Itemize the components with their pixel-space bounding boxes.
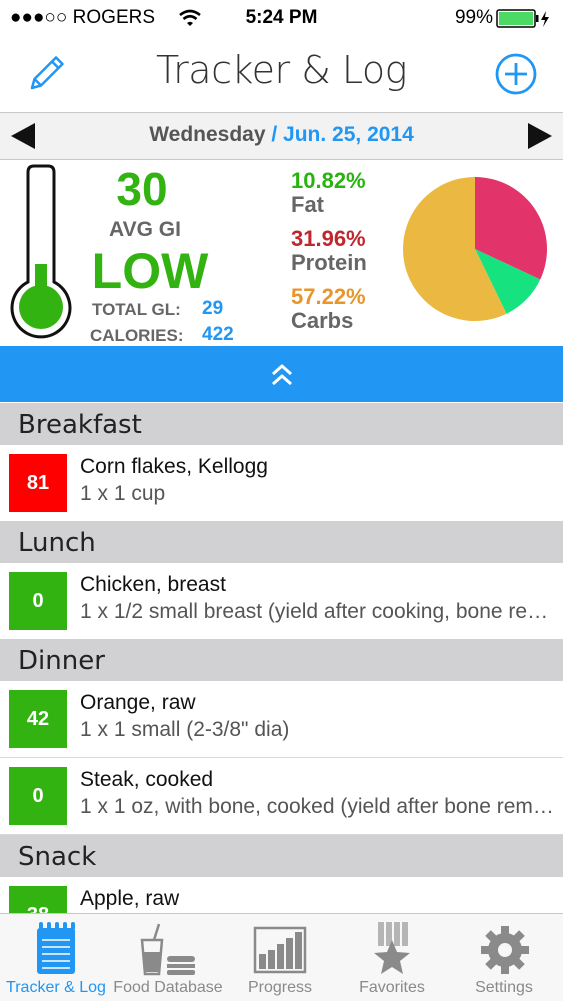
thermometer-icon (10, 164, 72, 339)
tab-settings[interactable]: Settings (448, 914, 560, 1001)
date-navigation-bar: Wednesday / Jun. 25, 2014 (0, 113, 563, 160)
food-row[interactable]: 42 Orange, raw 1 x 1 small (2-3/8" dia) (0, 681, 563, 758)
section-title: Lunch (18, 528, 96, 558)
battery-icon (496, 9, 549, 28)
food-name: Orange, raw (80, 691, 196, 714)
total-gl-value: 29 (202, 298, 224, 319)
section-title: Snack (18, 842, 97, 872)
tab-favorites[interactable]: Favorites (336, 914, 448, 1001)
macro-pie-chart (403, 177, 547, 321)
tab-progress[interactable]: Progress (224, 914, 336, 1001)
total-gl-label: TOTAL GL: (92, 300, 181, 319)
food-serving: 1 x 1 small (2-3/8" dia) (80, 718, 290, 741)
weekday-label: Wednesday (149, 123, 266, 146)
food-row[interactable]: 81 Corn flakes, Kellogg 1 x 1 cup (0, 445, 563, 522)
section-title: Dinner (18, 646, 105, 676)
notepad-icon (37, 922, 75, 974)
tab-label: Food Database (113, 979, 223, 996)
food-serving: 1 x 1 oz, with bone, cooked (yield after… (80, 795, 555, 818)
tab-label: Favorites (359, 979, 425, 996)
double-chevron-up-icon (272, 364, 292, 386)
gi-badge: 0 (9, 572, 67, 630)
gear-icon (481, 926, 529, 974)
gi-badge: 81 (9, 454, 67, 512)
gi-level: LOW (91, 243, 209, 299)
tab-label: Settings (475, 979, 533, 996)
tab-label: Progress (247, 979, 313, 996)
protein-percent: 31.96% (291, 226, 366, 251)
food-name: Chicken, breast (80, 573, 226, 596)
food-row[interactable]: 0 Steak, cooked 1 x 1 oz, with bone, coo… (0, 758, 563, 835)
tab-bar: Tracker & Log Food Database Progress Fav… (0, 913, 563, 1001)
section-snack: Snack (0, 835, 563, 877)
food-row[interactable]: 0 Chicken, breast 1 x 1/2 small breast (… (0, 563, 563, 640)
food-serving: 1 x 1 cup (80, 482, 166, 505)
calories-value: 422 (202, 324, 234, 345)
star-ribbon-icon (374, 922, 410, 974)
add-entry-icon[interactable] (494, 52, 538, 96)
date-separator: / (265, 123, 284, 146)
food-name: Steak, cooked (80, 768, 214, 791)
fat-percent: 10.82% (291, 168, 366, 193)
tab-food-database[interactable]: Food Database (112, 914, 224, 1001)
gi-badge: 0 (9, 767, 67, 825)
avg-gi-label: AVG GI (109, 218, 181, 241)
page-title: Tracker & Log (156, 48, 407, 92)
section-breakfast: Breakfast (0, 403, 563, 445)
carbs-label: Carbs (291, 308, 354, 333)
tab-tracker-log[interactable]: Tracker & Log (0, 914, 112, 1001)
collapse-summary-button[interactable] (0, 346, 563, 402)
next-day-arrow-icon[interactable] (525, 121, 555, 151)
section-lunch: Lunch (0, 521, 563, 563)
fat-label: Fat (291, 192, 324, 217)
date-label: Jun. 25, 2014 (283, 123, 414, 146)
bar-chart-icon (253, 926, 307, 974)
food-database-icon (140, 923, 195, 976)
status-bar: ●●●○○ ROGERS 5:24 PM 99% (0, 0, 563, 36)
protein-label: Protein (291, 250, 367, 275)
tab-label: Tracker & Log (6, 979, 106, 996)
avg-gi-value: 30 (116, 163, 168, 215)
food-name: Corn flakes, Kellogg (80, 455, 268, 478)
nav-header: Tracker & Log (0, 36, 563, 113)
calories-label: CALORIES: (90, 326, 184, 345)
battery-percentage: 99% (454, 7, 493, 28)
section-dinner: Dinner (0, 639, 563, 681)
daily-summary: 30 AVG GI LOW TOTAL GL: 29 CALORIES: 422… (0, 160, 563, 346)
section-title: Breakfast (18, 410, 142, 440)
food-name: Apple, raw (80, 887, 180, 910)
carbs-percent: 57.22% (291, 284, 366, 309)
gi-badge: 42 (9, 690, 67, 748)
current-date[interactable]: Wednesday / Jun. 25, 2014 (0, 123, 563, 147)
food-serving: 1 x 1/2 small breast (yield after cookin… (80, 600, 555, 623)
